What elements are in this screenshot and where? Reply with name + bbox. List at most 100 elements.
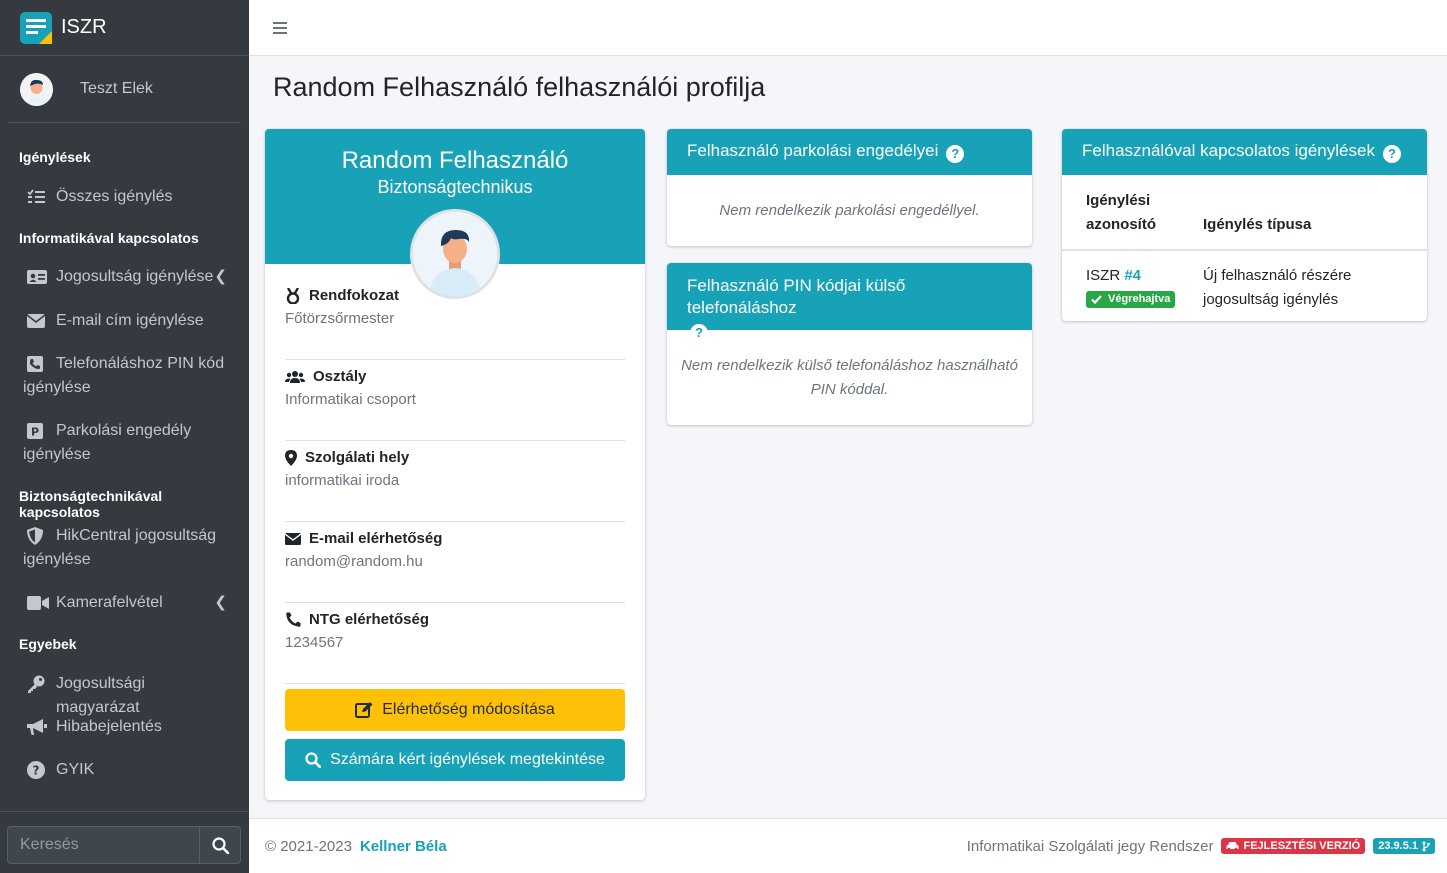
sidebar-item-label: GYIK — [56, 761, 95, 778]
sidebar-item-label: Kamerafelvétel — [56, 594, 163, 611]
menu-toggle-icon[interactable] — [273, 21, 287, 34]
chevron-left-icon: ❮ — [214, 594, 227, 611]
sidebar-search — [7, 826, 241, 864]
help-icon[interactable]: ? — [946, 144, 965, 163]
sidebar-item-label: Parkolási engedély — [56, 422, 192, 439]
envelope-icon — [27, 309, 49, 333]
shield-icon — [27, 524, 49, 548]
dev-badge-label: FEJLESZTÉSI VERZIÓ — [1243, 840, 1361, 852]
medal-icon — [285, 287, 301, 304]
sidebar-item-parking-request[interactable]: P Parkolási engedély igénylése — [0, 419, 249, 467]
sidebar-item-access-explanation[interactable]: Jogosultsági magyarázat — [0, 672, 249, 720]
brand-title: ISZR — [61, 16, 107, 38]
video-icon — [27, 591, 49, 615]
brand-logo-icon — [19, 11, 53, 45]
view-requests-label: Számára kért igénylések megtekintése — [330, 751, 605, 768]
user-panel[interactable]: Teszt Elek — [8, 56, 241, 123]
nav-header-security: Biztonságtechnikával kapcsolatos — [19, 488, 163, 520]
envelope-icon — [285, 531, 301, 547]
key-icon — [27, 672, 49, 696]
footer-right: Informatikai Szolgálati jegy Rendszer FE… — [967, 838, 1435, 855]
info-item-rank: Rendfokozat Főtörzsőrmester — [285, 279, 625, 360]
sidebar-item-pin-request[interactable]: Telefonáláshoz PIN kód igénylése — [0, 352, 249, 400]
info-value: Főtörzsőrmester — [285, 310, 395, 327]
search-icon — [305, 752, 322, 768]
user-name: Teszt Elek — [80, 80, 153, 97]
request-prefix: ISZR — [1086, 267, 1121, 284]
parking-card-title: Felhasználó parkolási engedélyei — [687, 141, 939, 160]
requests-card-title: Felhasználóval kapcsolatos igénylések — [1082, 141, 1375, 160]
info-item-email: E-mail elérhetőség random@random.hu — [285, 522, 625, 603]
version-badge: 23.9.5.1 — [1373, 838, 1435, 854]
sidebar-item-label: HikCentral jogosultság — [56, 527, 217, 544]
info-label: E-mail elérhetőség — [309, 530, 443, 547]
sidebar-item-faq[interactable]: ? GYIK — [0, 758, 249, 782]
chevron-left-icon: ❮ — [214, 268, 227, 285]
pin-codes-card: Felhasználó PIN kódjai külső telefonálás… — [667, 263, 1032, 425]
sidebar-item-label-cont: igénylése — [23, 446, 91, 463]
sidebar-item-camera-footage[interactable]: Kamerafelvétel ❮ — [0, 591, 249, 615]
search-input[interactable] — [7, 826, 199, 864]
column-header-line: Igénylési — [1086, 192, 1151, 209]
pin-card-header: Felhasználó PIN kódjai külső telefonálás… — [667, 263, 1032, 342]
edit-icon — [355, 702, 373, 718]
phone-square-icon — [27, 352, 49, 376]
info-item-workplace: Szolgálati hely informatikai iroda — [285, 441, 625, 522]
nav-header-other: Egyebek — [19, 636, 77, 652]
page-title: Random Felhasználó felhasználói profilja — [273, 72, 766, 102]
sidebar-item-hikcentral-request[interactable]: HikCentral jogosultság igénylése — [0, 524, 249, 572]
info-value: informatikai iroda — [285, 472, 400, 489]
help-icon[interactable]: ? — [1382, 144, 1401, 163]
info-value: random@random.hu — [285, 553, 423, 570]
sidebar-item-all-requests[interactable]: Összes igénylés — [0, 185, 249, 209]
footer: © 2021-2023 Kellner Béla Informatikai Sz… — [249, 818, 1447, 873]
requests-card-header: Felhasználóval kapcsolatos igénylések? — [1062, 129, 1427, 175]
pin-empty-line: PIN kóddal. — [810, 381, 889, 398]
sidebar-item-access-request[interactable]: Jogosultság igénylése ❮ — [0, 265, 249, 289]
phone-icon — [285, 612, 301, 628]
footer-author-link[interactable]: Kellner Béla — [360, 838, 447, 855]
info-value: Informatikai csoport — [285, 391, 416, 408]
map-marker-icon — [285, 449, 297, 466]
related-requests-card: Felhasználóval kapcsolatos igénylések? I… — [1062, 129, 1427, 321]
sidebar-item-bug-report[interactable]: Hibabejelentés — [0, 715, 249, 739]
sidebar-item-label: Telefonáláshoz PIN kód — [56, 355, 225, 372]
column-header-type: Igénylés típusa — [1203, 175, 1427, 251]
parking-card-header: Felhasználó parkolási engedélyei? — [667, 129, 1032, 175]
pin-empty-text: Nem rendelkezik külső telefonáláshoz has… — [667, 330, 1032, 402]
pin-card-title: Felhasználó PIN kódjai külső telefonálás… — [687, 276, 906, 317]
footer-system-name: Informatikai Szolgálati jegy Rendszer — [966, 837, 1214, 855]
status-badge: Végrehajtva — [1086, 291, 1176, 308]
top-navbar — [249, 0, 1447, 56]
edit-contact-button[interactable]: Elérhetőség módosítása — [285, 689, 625, 731]
version-label: 23.9.5.1 — [1378, 840, 1418, 852]
sidebar-item-label: Hibabejelentés — [56, 718, 162, 735]
list-check-icon — [27, 185, 49, 209]
parking-icon: P — [27, 419, 49, 443]
help-icon[interactable]: ? — [690, 324, 708, 342]
id-card-icon — [27, 265, 49, 289]
svg-text:?: ? — [33, 764, 40, 778]
column-header-line: azonosító — [1086, 216, 1156, 233]
info-label: Szolgálati hely — [305, 449, 410, 466]
view-requests-button[interactable]: Számára kért igénylések megtekintése — [285, 739, 625, 781]
profile-role: Biztonságtechnikus — [377, 177, 533, 197]
parking-permits-card: Felhasználó parkolási engedélyei? Nem re… — [667, 129, 1032, 246]
sidebar-item-label: Jogosultság igénylése — [56, 268, 214, 285]
profile-card: Random Felhasználó Biztonságtechnikus Re… — [265, 129, 645, 800]
requests-table: Igénylési azonosító Igénylés típusa ISZR… — [1062, 175, 1427, 321]
search-icon — [211, 836, 229, 854]
car-icon — [1226, 842, 1239, 851]
request-id-cell: ISZR #4 Végrehajtva — [1062, 250, 1203, 321]
status-badge-label: Végrehajtva — [1108, 293, 1171, 305]
dev-version-badge: FEJLESZTÉSI VERZIÓ — [1221, 838, 1366, 854]
request-id-link[interactable]: #4 — [1124, 267, 1141, 284]
brand-link[interactable]: ISZR — [0, 0, 249, 56]
search-button[interactable] — [199, 826, 241, 864]
question-circle-icon: ? — [27, 758, 49, 782]
sidebar: ISZR Teszt Elek Igénylések Összes igényl… — [0, 0, 249, 873]
column-header-id: Igénylési azonosító — [1062, 175, 1203, 251]
sidebar-item-label-cont: igénylése — [23, 379, 91, 396]
edit-contact-label: Elérhetőség módosítása — [382, 701, 555, 718]
sidebar-item-email-request[interactable]: E-mail cím igénylése — [0, 309, 249, 333]
